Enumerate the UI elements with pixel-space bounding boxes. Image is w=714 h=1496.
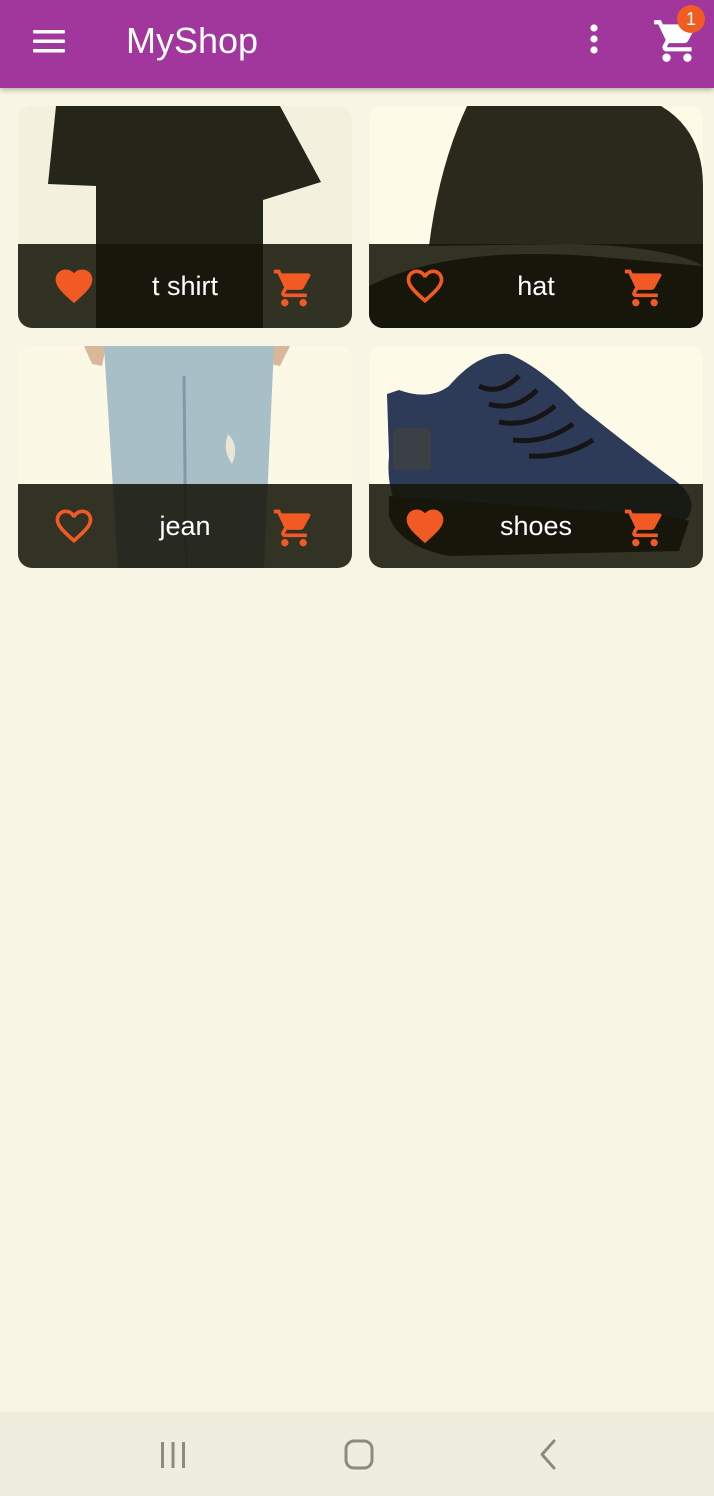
- recent-apps-button[interactable]: [150, 1432, 196, 1478]
- product-card-shoes[interactable]: shoes: [369, 346, 703, 568]
- product-name: shoes: [499, 511, 573, 541]
- add-to-cart-icon: [273, 269, 311, 307]
- add-to-cart-icon: [624, 509, 662, 547]
- recent-apps-icon: [161, 1442, 185, 1468]
- favorite-button[interactable]: [52, 504, 96, 548]
- product-card-jean[interactable]: jean: [18, 346, 352, 568]
- heart-filled-icon: [406, 509, 444, 544]
- add-to-cart-icon: [624, 269, 662, 307]
- favorite-button[interactable]: [403, 264, 447, 308]
- product-name: hat: [517, 271, 555, 301]
- add-to-cart-button[interactable]: [623, 506, 667, 550]
- back-button[interactable]: [524, 1432, 570, 1478]
- system-navigation-bar: [0, 1412, 714, 1496]
- favorite-button[interactable]: [52, 264, 96, 308]
- heart-filled-icon: [55, 269, 93, 304]
- app-bar: MyShop 1: [0, 0, 714, 88]
- app-title: MyShop: [126, 20, 259, 61]
- product-card-hat[interactable]: hat: [369, 106, 703, 328]
- heart-outline-icon: [55, 509, 93, 544]
- menu-button[interactable]: [28, 22, 70, 64]
- add-to-cart-button[interactable]: [272, 506, 316, 550]
- product-name: jean: [159, 511, 211, 541]
- add-to-cart-icon: [273, 509, 311, 547]
- heart-outline-icon: [406, 269, 444, 304]
- add-to-cart-button[interactable]: [272, 266, 316, 310]
- home-button[interactable]: [336, 1432, 382, 1478]
- hamburger-menu-icon: [33, 30, 65, 53]
- more-options-button[interactable]: [578, 20, 610, 60]
- product-card-t-shirt[interactable]: t shirt: [18, 106, 352, 328]
- favorite-button[interactable]: [403, 504, 447, 548]
- product-name: t shirt: [151, 271, 218, 301]
- home-icon: [344, 1439, 374, 1470]
- vertical-dots-icon: [590, 24, 598, 54]
- add-to-cart-button[interactable]: [623, 266, 667, 310]
- cart-count-badge: 1: [677, 5, 705, 33]
- back-icon: [540, 1439, 556, 1470]
